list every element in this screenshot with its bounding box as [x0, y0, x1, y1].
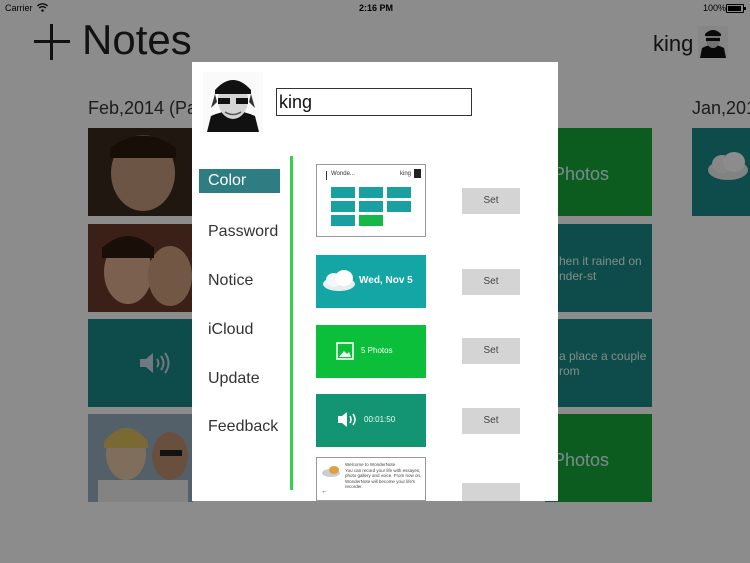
theme-preview-default[interactable]: Wonde... king	[316, 164, 426, 237]
set-theme-button-5[interactable]	[462, 483, 520, 501]
theme-preview-title: Wonde...	[331, 171, 355, 177]
theme-preview-audio[interactable]: 00:01:50	[316, 394, 426, 447]
menu-item-icloud[interactable]: iCloud	[208, 321, 253, 339]
set-theme-button-3[interactable]: Set	[462, 338, 520, 364]
image-icon	[336, 342, 354, 360]
theme-preview-weather[interactable]: Wed, Nov 5	[316, 255, 426, 308]
set-theme-button-1[interactable]: Set	[462, 188, 520, 214]
theme-preview-date: Wed, Nov 5	[359, 275, 413, 286]
set-theme-button-2[interactable]: Set	[462, 269, 520, 295]
theme-add-mark	[326, 171, 327, 180]
cloud-icon	[322, 466, 340, 477]
back-arrow-icon: ←	[321, 488, 328, 495]
set-theme-button-4[interactable]: Set	[462, 408, 520, 434]
menu-item-feedback[interactable]: Feedback	[208, 418, 278, 436]
menu-divider	[290, 156, 293, 490]
menu-item-notice[interactable]: Notice	[208, 272, 253, 290]
speaker-icon	[338, 412, 356, 427]
theme-preview-welcome[interactable]: Welcome to WonderNote You can record you…	[316, 457, 426, 501]
menu-item-color[interactable]: Color	[199, 169, 280, 193]
theme-preview-photos[interactable]: 5 Photos	[316, 325, 426, 378]
theme-preview-user: king	[400, 171, 412, 177]
user-name-input[interactable]	[276, 88, 472, 116]
menu-item-update[interactable]: Update	[208, 370, 260, 388]
theme-preview-photos-label: 5 Photos	[361, 346, 393, 355]
menu-item-password[interactable]: Password	[208, 223, 278, 241]
theme-preview-duration: 00:01:50	[364, 415, 396, 424]
settings-dialog: Color Password Notice iCloud Update Feed…	[192, 62, 558, 501]
cloud-icon	[323, 270, 355, 291]
theme-preview-avatar	[414, 169, 421, 178]
theme-preview-welcome-text: Welcome to WonderNote You can record you…	[345, 462, 422, 489]
profile-avatar[interactable]	[203, 72, 263, 132]
